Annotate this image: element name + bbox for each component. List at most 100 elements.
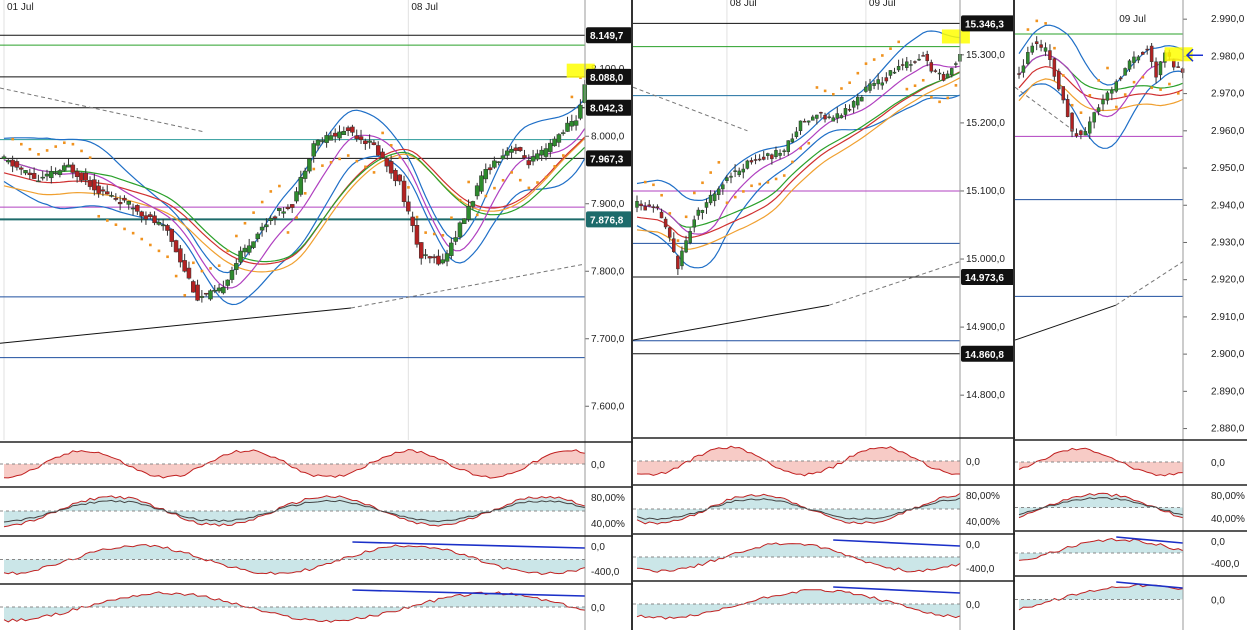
candle-body: [74, 170, 80, 178]
candle-body: [311, 143, 316, 157]
candle-body: [191, 281, 196, 293]
parabolic-sar-dot: [881, 54, 884, 57]
candle-body: [839, 115, 844, 119]
parabolic-sar-dot: [815, 86, 819, 89]
parabolic-sar-dot: [484, 194, 488, 198]
candle-body: [285, 206, 291, 210]
parabolic-sar-dot: [684, 215, 688, 219]
candle-body: [380, 151, 385, 158]
parabolic-sar-dot: [536, 181, 539, 184]
candle-body: [36, 180, 41, 183]
oscillator-tick-label: 0,0: [966, 457, 980, 468]
candle-body: [872, 83, 876, 86]
candle-body: [328, 135, 334, 141]
candle-body: [1141, 51, 1145, 55]
parabolic-sar-dot: [407, 186, 410, 189]
candle-body: [819, 111, 823, 114]
candle-body: [264, 224, 269, 228]
parabolic-sar-dot: [807, 141, 811, 145]
price-tag-label: 14.860,8: [965, 350, 1004, 361]
candle-body: [543, 148, 549, 157]
oscillator-area: [1019, 538, 1183, 561]
candle-body: [281, 211, 286, 214]
candle-body: [798, 120, 803, 132]
parabolic-sar-dot: [1106, 66, 1109, 70]
parabolic-sar-dot: [295, 216, 298, 219]
parabolic-sar-dot: [725, 201, 729, 205]
candle-body: [483, 168, 489, 180]
candle-body: [774, 150, 778, 158]
candle-body: [704, 202, 709, 208]
parabolic-sar-dot: [217, 264, 221, 267]
left-chart-panel[interactable]: 01 Jul 08 Jul 7.600,0 7.700,0 7.800,0 7.900,0…: [0, 0, 633, 630]
candle-body: [913, 61, 917, 63]
candle-body: [737, 170, 741, 176]
oscillator-area: [1019, 584, 1183, 610]
parabolic-sar-dot: [701, 181, 704, 185]
candle-body: [70, 164, 76, 173]
candle-body: [509, 148, 514, 153]
middle-chart-panel[interactable]: 08 Jul 09 Jul 14.800,0 14.900,0 15.000,0 15.1…: [633, 0, 1015, 630]
candle-body: [492, 160, 497, 168]
candle-body: [761, 156, 766, 160]
parabolic-sar-dot: [733, 195, 737, 199]
parabolic-sar-dot: [1079, 111, 1083, 114]
parabolic-sar-dot: [872, 58, 876, 61]
candle-body: [892, 71, 897, 74]
candle-body: [221, 286, 226, 294]
date-label: 01 Jul: [7, 2, 34, 13]
candle-body: [418, 242, 424, 259]
y-tick-label: 2.960,0: [1211, 126, 1245, 137]
parabolic-sar-dot: [441, 234, 445, 237]
parabolic-sar-dot: [643, 180, 647, 184]
candle-body: [186, 267, 192, 279]
candle-body: [350, 126, 355, 133]
candle-body: [505, 150, 510, 156]
parabolic-sar-dot: [45, 149, 49, 152]
candle-body: [152, 215, 157, 224]
candle-body: [487, 167, 493, 171]
right-chart-panel[interactable]: 09 Jul 2.880,0 2.890,0 2.900,0 2.910,0 2.920,…: [1015, 0, 1247, 630]
parabolic-sar-dot: [856, 71, 860, 75]
candle-body: [49, 171, 54, 179]
parabolic-sar-dot: [475, 213, 479, 217]
candle-body: [855, 96, 860, 106]
candle-body: [1017, 73, 1021, 75]
candle-body: [96, 185, 101, 194]
y-tick-label: 15.000,0: [966, 254, 1005, 265]
parabolic-sar-dot: [140, 237, 144, 241]
moving-average-fast: [636, 63, 960, 235]
moving-average-mid: [1018, 54, 1183, 91]
candle-body: [496, 161, 501, 163]
candle-body: [1105, 92, 1110, 101]
candle-body: [444, 253, 450, 262]
oscillator-tick-label: 80,00%: [591, 493, 625, 504]
candle-body: [1087, 121, 1092, 134]
candle-body: [397, 174, 402, 182]
candle-body: [143, 215, 149, 220]
candle-body: [954, 63, 958, 65]
y-tick-label: 2.900,0: [1211, 349, 1245, 360]
parabolic-sar-dot: [131, 231, 135, 235]
candle-body: [909, 64, 913, 66]
candle-body: [40, 176, 45, 179]
candle-body: [436, 255, 441, 265]
oscillator-tick-label: 80,00%: [1211, 491, 1245, 502]
oscillator-tick-label: 0,0: [966, 600, 980, 611]
parabolic-sar-dot: [1132, 80, 1136, 84]
parabolic-sar-dot: [321, 164, 324, 167]
candle-body: [427, 256, 433, 259]
oscillator-tick-label: 0,0: [591, 542, 605, 553]
candle-body: [255, 233, 261, 240]
candle-body: [320, 140, 325, 142]
y-tick-label: 2.890,0: [1211, 386, 1245, 397]
candle-body: [401, 180, 407, 202]
parabolic-sar-dot: [54, 145, 58, 148]
candle-body: [831, 117, 835, 122]
trend-line: [633, 304, 830, 341]
parabolic-sar-dot: [346, 154, 350, 157]
candle-body: [573, 120, 579, 126]
parabolic-sar-dot: [1159, 88, 1162, 91]
candle-body: [684, 240, 688, 253]
candle-body: [388, 161, 394, 174]
